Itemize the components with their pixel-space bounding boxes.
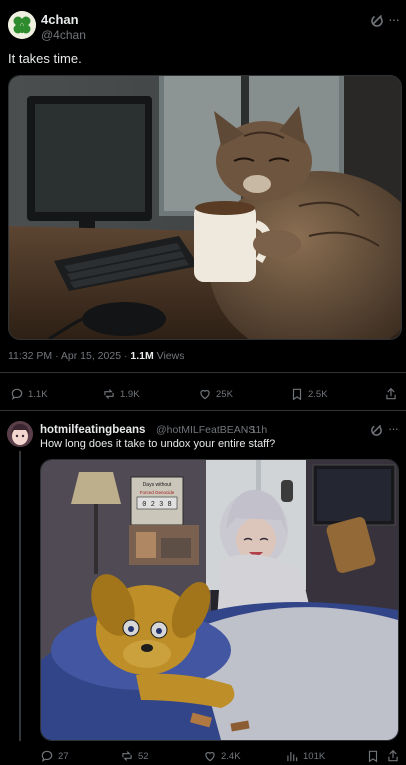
views-chart-icon [287, 751, 298, 762]
bookmark-icon [368, 750, 378, 763]
share-icon [386, 387, 396, 400]
tweet-timestamp[interactable]: 11:32 PM · Apr 15, 2025 · [8, 350, 130, 362]
reply-author-handle[interactable]: @hotMILFeatBEANS [156, 424, 255, 436]
share-button[interactable] [384, 387, 398, 401]
repost-icon [104, 389, 114, 399]
like-count: 25K [216, 388, 233, 400]
reply-like-button[interactable]: 2.4K [203, 749, 241, 763]
reply-views-button[interactable]: 101K [285, 749, 325, 763]
repost-button[interactable]: 1.9K [102, 387, 140, 401]
tweet-text: It takes time. [8, 51, 82, 66]
reply-bookmark-button[interactable] [366, 749, 380, 763]
grok-icon[interactable] [370, 13, 384, 29]
author-avatar[interactable] [8, 11, 36, 39]
bookmark-count: 2.5K [308, 388, 328, 400]
repost-count: 1.9K [120, 388, 140, 400]
reply-like-count: 2.4K [221, 750, 241, 762]
reply-tweet: hotmilfeatingbeans @hotMILFeatBEANS · 11… [0, 411, 406, 765]
cat-coffee-image [9, 76, 401, 339]
reply-author-name[interactable]: hotmilfeatingbeans [40, 424, 145, 436]
author-handle[interactable]: @4chan [41, 28, 86, 42]
grok-icon[interactable] [370, 423, 383, 438]
reply-media-cartoon[interactable]: Days without Forced Genocide 0 2 3 8 [40, 459, 399, 741]
tweet-media-cat-coffee[interactable] [8, 75, 402, 340]
thread-line [19, 451, 21, 741]
views-count: 1.1M [130, 350, 154, 362]
more-icon[interactable]: ··· [388, 422, 399, 435]
reply-icon [11, 388, 23, 400]
reply-share-button[interactable] [386, 749, 400, 763]
repost-icon [122, 751, 132, 761]
divider [0, 372, 406, 373]
reply-views-count: 101K [303, 750, 326, 762]
share-icon [388, 749, 398, 762]
heart-icon [200, 390, 210, 400]
views-label: Views [153, 350, 185, 362]
bookmark-button[interactable]: 2.5K [290, 387, 328, 401]
tweet-meta: 11:32 PM · Apr 15, 2025 · 1.1M Views [8, 350, 184, 362]
reply-count: 1.1K [28, 388, 48, 400]
reply-time[interactable]: · 11h [244, 424, 267, 436]
more-icon[interactable]: ··· [388, 12, 400, 26]
reply-repost-count: 52 [138, 750, 149, 762]
anime-avatar-icon [7, 421, 33, 447]
reply-reply-count: 27 [58, 750, 69, 762]
author-name[interactable]: 4chan [41, 12, 79, 27]
reply-icon [41, 750, 53, 762]
clover-icon [8, 11, 36, 39]
cartoon-image: Days without Forced Genocide 0 2 3 8 [41, 460, 398, 740]
main-tweet: 4chan @4chan ··· It takes time. 11:32 PM… [0, 0, 406, 410]
reply-text: How long does it take to undox your enti… [40, 438, 276, 450]
heart-icon [205, 752, 215, 762]
reply-repost-button[interactable]: 52 [120, 749, 149, 763]
bookmark-icon [292, 388, 302, 401]
reply-author-avatar[interactable] [7, 421, 33, 447]
reply-reply-button[interactable]: 27 [40, 749, 69, 763]
like-button[interactable]: 25K [198, 387, 233, 401]
reply-button[interactable]: 1.1K [10, 387, 48, 401]
